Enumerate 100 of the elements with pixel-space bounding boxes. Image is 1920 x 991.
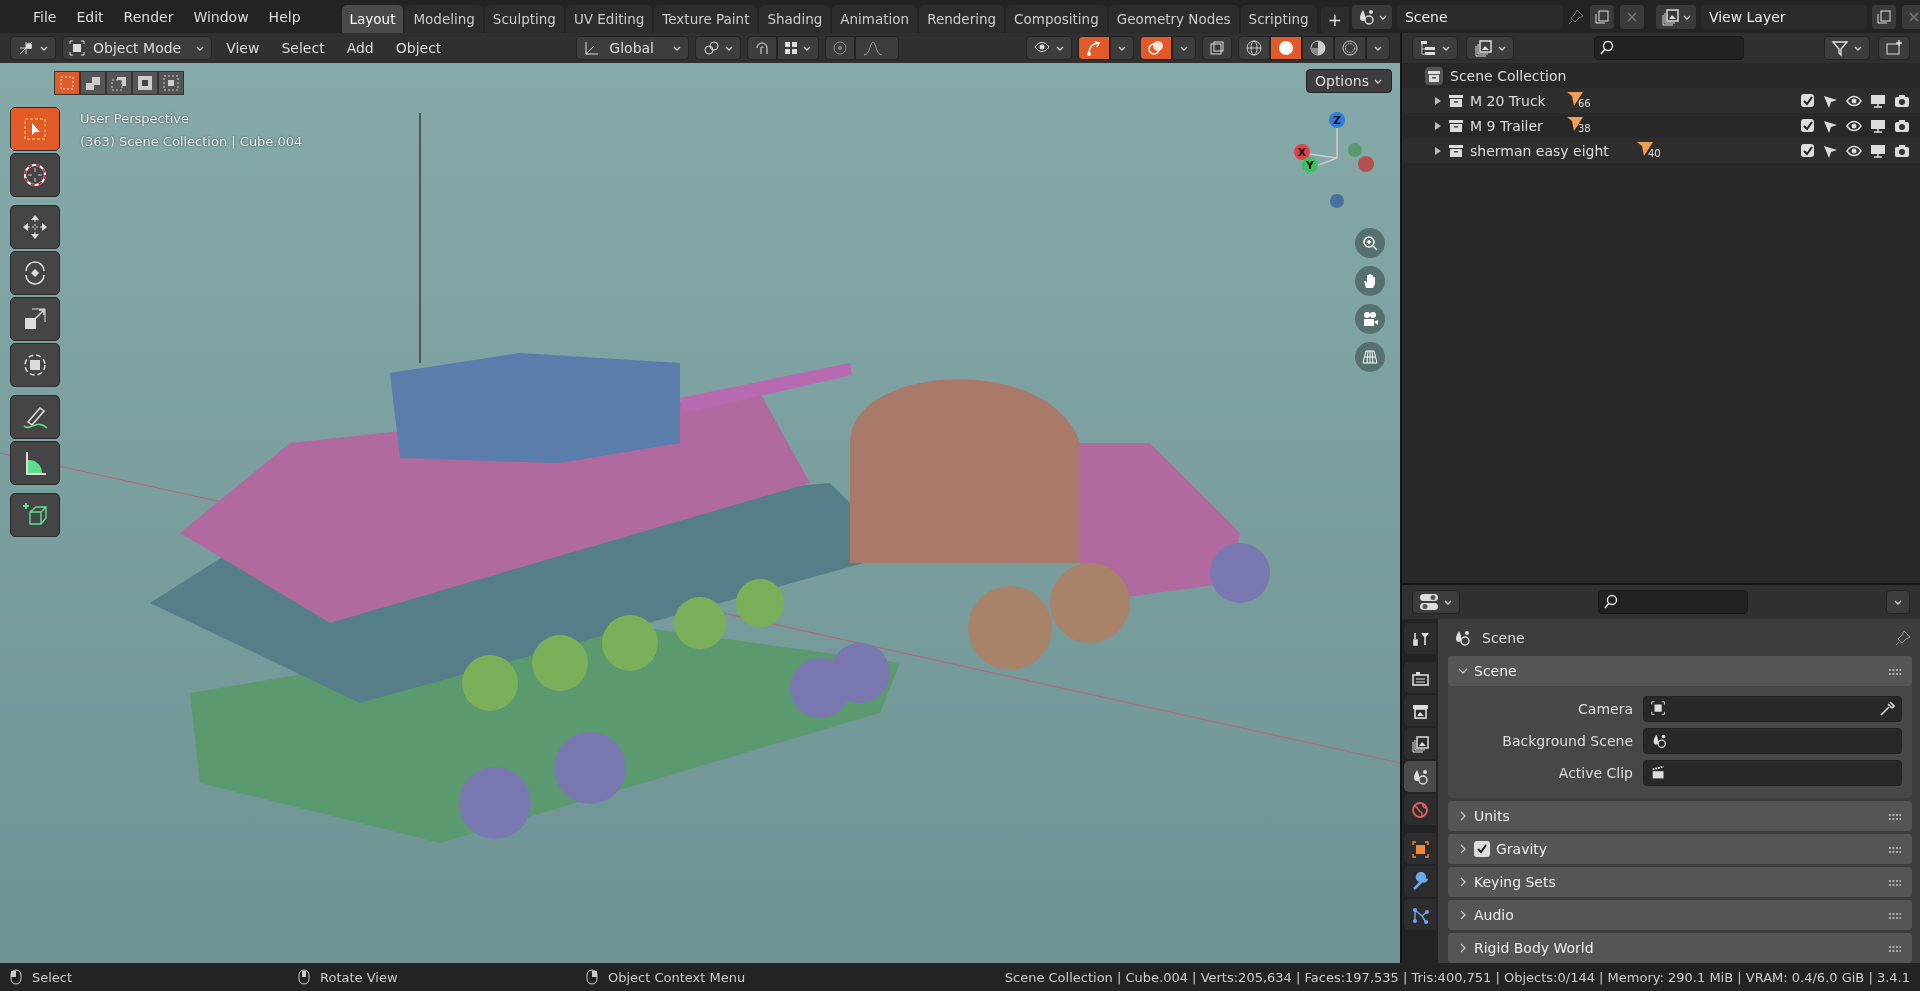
perspective-toggle-button[interactable]	[1355, 342, 1385, 372]
axis-handle[interactable]: X	[1294, 144, 1310, 160]
workspace-tab[interactable]: Scripting	[1240, 5, 1317, 33]
view-menu-item[interactable]: View	[218, 40, 268, 56]
menu-item[interactable]: Render	[114, 4, 183, 29]
add-workspace-button[interactable]: +	[1320, 7, 1349, 33]
workspace-tab[interactable]: Geometry Nodes	[1108, 5, 1239, 33]
xray-toggle[interactable]	[1202, 36, 1232, 60]
camera-view-button[interactable]	[1355, 304, 1385, 334]
display-mode-dropdown[interactable]	[1412, 36, 1458, 60]
workspace-tab[interactable]: UV Editing	[565, 5, 653, 33]
search-field[interactable]	[1594, 36, 1744, 60]
workspace-tab[interactable]: Animation	[832, 5, 918, 33]
workspace-tab[interactable]: Compositing	[1006, 5, 1107, 33]
shading-mode-button[interactable]	[1302, 36, 1334, 60]
view-layer-properties-tab[interactable]	[1404, 728, 1436, 759]
scene-field[interactable]: Scene	[1396, 4, 1563, 29]
snap-target-dropdown[interactable]	[777, 36, 819, 60]
scene-properties-tab[interactable]	[1404, 761, 1436, 792]
filter-type-dropdown[interactable]	[1466, 36, 1514, 60]
workspace-tab[interactable]: Texture Paint	[654, 5, 758, 33]
selection-mode-button[interactable]	[132, 71, 158, 95]
delete-view-layer-button[interactable]	[1900, 3, 1920, 30]
shading-dropdown[interactable]	[1366, 36, 1390, 60]
scene-type-dropdown[interactable]	[1350, 3, 1393, 30]
visibility-dropdown[interactable]	[1026, 36, 1072, 60]
delete-scene-button[interactable]	[1618, 3, 1645, 30]
annotate-tool-button[interactable]	[10, 395, 60, 439]
measure-tool-button[interactable]	[10, 441, 60, 485]
exclude-checkbox[interactable]	[1801, 119, 1814, 132]
new-collection-button[interactable]	[1878, 36, 1910, 60]
selection-mode-button[interactable]	[106, 71, 132, 95]
panel-header[interactable]: Gravity	[1448, 834, 1912, 864]
render-properties-tab[interactable]	[1404, 662, 1436, 693]
proportional-edit-toggle[interactable]	[825, 36, 855, 60]
zoom-button[interactable]	[1355, 228, 1385, 258]
selection-mode-button[interactable]	[80, 71, 106, 95]
snap-toggle[interactable]	[747, 36, 777, 60]
menu-item[interactable]: Help	[259, 4, 310, 29]
workspace-tab[interactable]: Shading	[759, 5, 831, 33]
add-cube-tool-button[interactable]	[10, 493, 60, 537]
gizmo-toggle[interactable]	[1078, 36, 1110, 60]
options-dropdown[interactable]	[1886, 590, 1910, 614]
collection-name[interactable]: sherman easy eight	[1470, 142, 1630, 159]
overlays-toggle[interactable]	[1140, 36, 1172, 60]
overlays-dropdown[interactable]	[1172, 36, 1196, 60]
pivot-dropdown[interactable]	[695, 36, 741, 60]
filter-dropdown[interactable]	[1824, 36, 1870, 60]
panel-header[interactable]: Keying Sets	[1448, 867, 1912, 897]
collection-name[interactable]: M 9 Trailer	[1470, 117, 1560, 134]
mode-dropdown[interactable]: Object Mode	[62, 36, 213, 60]
editor-type-dropdown[interactable]	[1412, 590, 1460, 614]
scale-tool-button[interactable]	[10, 297, 60, 341]
outliner-row[interactable]: Scene Collection	[1402, 63, 1920, 88]
gizmo-dropdown[interactable]	[1110, 36, 1134, 60]
workspace-tab[interactable]: Layout	[341, 5, 404, 33]
cursor-tool-button[interactable]	[10, 153, 60, 197]
shading-mode-button[interactable]	[1334, 36, 1366, 60]
workspace-tab[interactable]: Modeling	[405, 5, 483, 33]
panel-header[interactable]: Scene	[1448, 656, 1912, 686]
falloff-dropdown[interactable]	[855, 36, 899, 60]
selection-mode-button[interactable]	[54, 71, 80, 95]
panel-header[interactable]: Units	[1448, 801, 1912, 831]
shading-mode-button[interactable]	[1270, 36, 1302, 60]
tool-properties-tab[interactable]	[1404, 623, 1436, 654]
selection-mode-button[interactable]	[158, 71, 184, 95]
modifiers-properties-tab[interactable]	[1404, 866, 1436, 897]
pan-button[interactable]	[1355, 266, 1385, 296]
view-menu-item[interactable]: Add	[338, 40, 382, 56]
gravity-checkbox[interactable]	[1474, 841, 1490, 857]
transform-tool-button[interactable]	[10, 343, 60, 387]
particles-properties-tab[interactable]	[1404, 899, 1436, 930]
exclude-checkbox[interactable]	[1801, 94, 1814, 107]
duplicate-scene-button[interactable]	[1588, 3, 1615, 30]
clip-field[interactable]	[1643, 760, 1902, 786]
axis-handle[interactable]: Y	[1302, 157, 1318, 173]
camera-field[interactable]	[1643, 696, 1902, 722]
world-properties-tab[interactable]	[1404, 794, 1436, 825]
view-menu-item[interactable]: Select	[273, 40, 333, 56]
panel-header[interactable]: Rigid Body World	[1448, 933, 1912, 963]
workspace-tab[interactable]: Sculpting	[484, 5, 564, 33]
workspace-tab[interactable]: Rendering	[919, 5, 1005, 33]
axis-handle[interactable]: Z	[1329, 112, 1345, 128]
object-properties-tab[interactable]	[1404, 833, 1436, 864]
scene-field[interactable]	[1643, 728, 1902, 754]
rotate-tool-button[interactable]	[10, 251, 60, 295]
view-layer-field[interactable]: View Layer	[1700, 4, 1867, 29]
select-tool-button[interactable]	[10, 107, 60, 151]
move-tool-button[interactable]	[10, 205, 60, 249]
search-field[interactable]	[1598, 590, 1748, 614]
menu-item[interactable]: Window	[184, 4, 258, 29]
output-properties-tab[interactable]	[1404, 695, 1436, 726]
duplicate-view-layer-button[interactable]	[1870, 3, 1897, 30]
panel-header[interactable]: Audio	[1448, 900, 1912, 930]
shading-mode-button[interactable]	[1238, 36, 1270, 60]
menu-item[interactable]: Edit	[67, 4, 113, 29]
view-menu-item[interactable]: Object	[387, 40, 450, 56]
exclude-checkbox[interactable]	[1801, 144, 1814, 157]
options-dropdown[interactable]: Options	[1305, 69, 1392, 93]
collection-name[interactable]: M 20 Truck	[1470, 92, 1560, 109]
